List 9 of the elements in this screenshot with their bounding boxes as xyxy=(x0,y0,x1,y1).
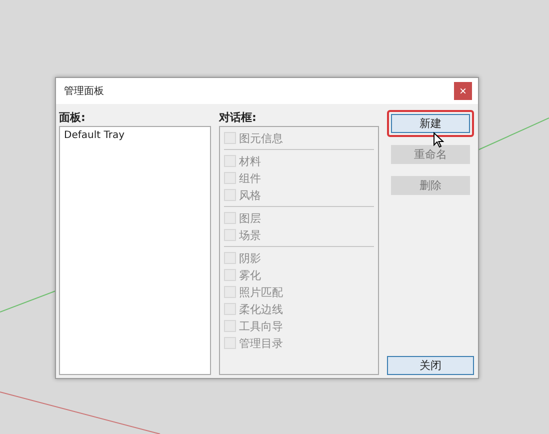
window-title: 管理面板 xyxy=(64,84,104,98)
close-button[interactable]: × xyxy=(454,82,472,100)
list-item[interactable]: Default Tray xyxy=(63,129,207,142)
axis-line xyxy=(478,118,549,150)
cursor-icon xyxy=(433,132,444,148)
action-button[interactable]: 新建 xyxy=(391,114,470,133)
dialogs-label: 对话框: xyxy=(219,110,258,124)
close-dialog-button[interactable]: 关闭 xyxy=(387,356,474,375)
panel-label: 面板: xyxy=(59,110,86,124)
